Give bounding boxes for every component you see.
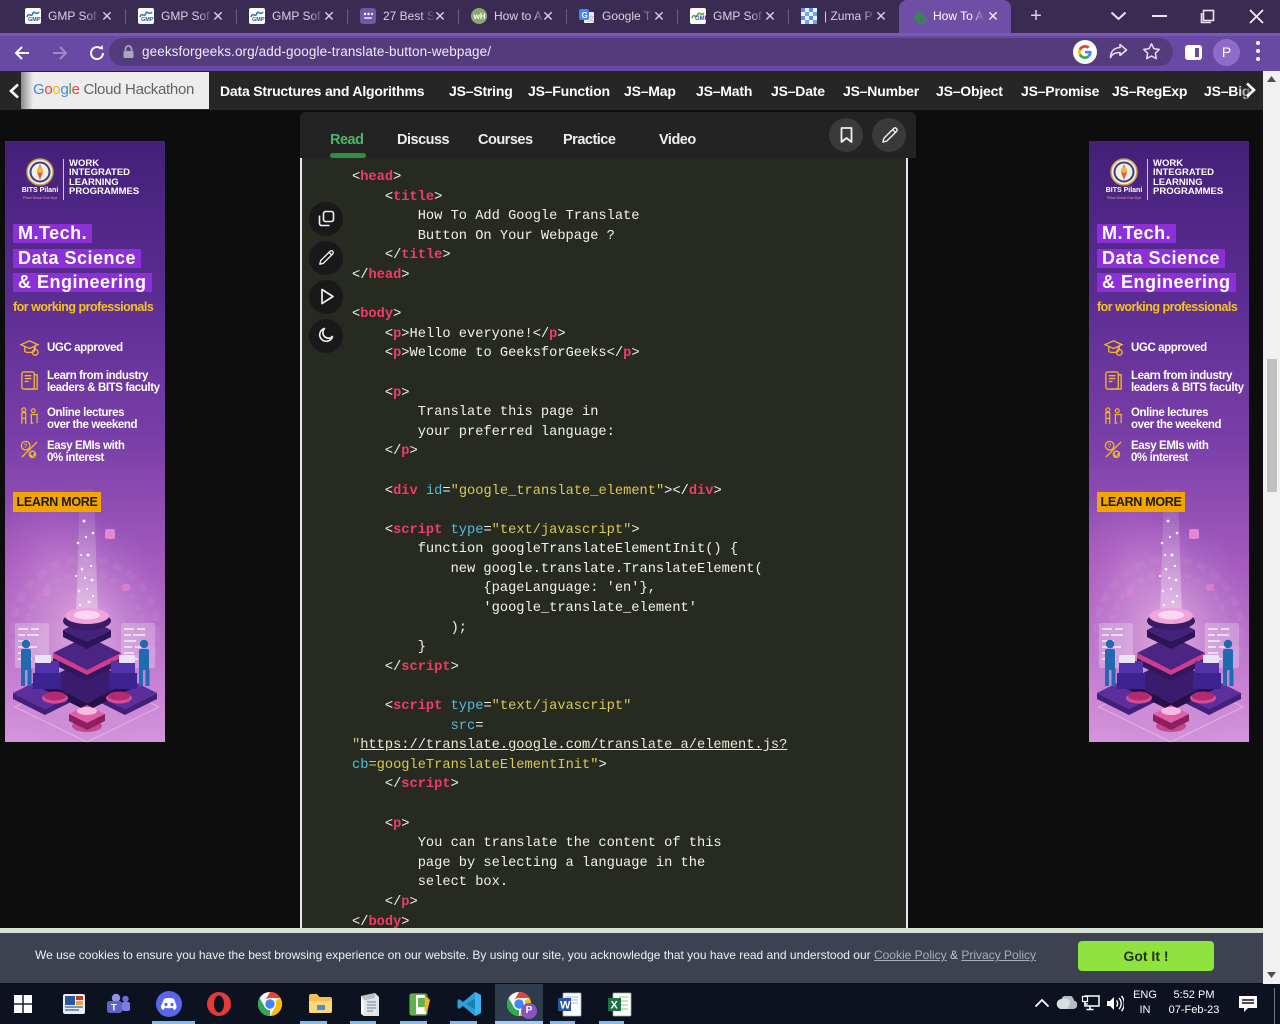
svg-text:₹: ₹ [30,452,34,459]
svg-text:GMP: GMP [695,16,706,22]
svg-text:GMP: GMP [252,17,265,23]
svg-text:T: T [111,1003,117,1014]
svg-text:W: W [560,1000,571,1012]
svg-text:GMP: GMP [28,17,41,23]
svg-text:?: ? [23,443,27,450]
svg-text:wH: wH [473,12,486,21]
svg-text:₹: ₹ [1114,452,1118,459]
svg-text:文: 文 [588,14,595,23]
svg-text:?: ? [1107,443,1111,450]
svg-text:X: X [611,1000,619,1012]
svg-text:GMP: GMP [141,17,154,23]
